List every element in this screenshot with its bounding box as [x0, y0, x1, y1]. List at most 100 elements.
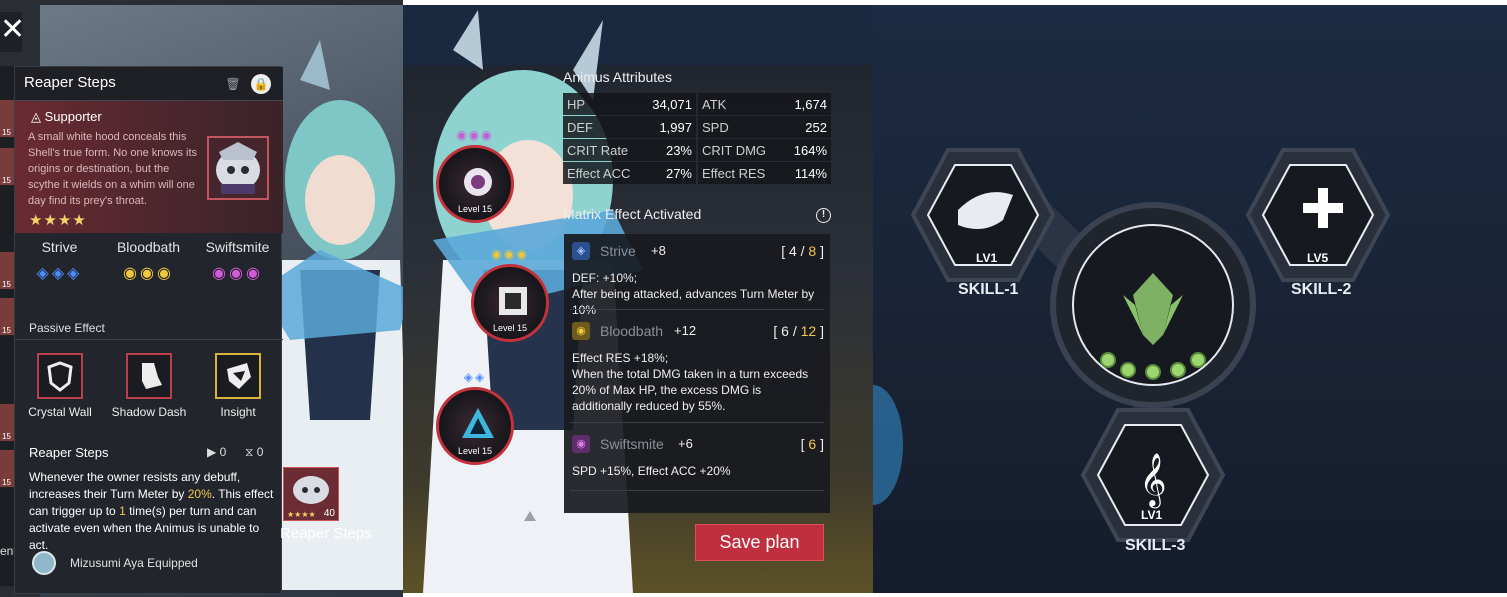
- info-icon[interactable]: !: [816, 208, 831, 223]
- avatar: [32, 551, 56, 575]
- reaper-skill-description: Whenever the owner resists any debuff, i…: [29, 470, 274, 552]
- role-label: Supporter: [44, 109, 102, 124]
- lock-icon[interactable]: 🔒: [251, 74, 271, 94]
- strive-icon: ◈◈: [463, 370, 487, 384]
- matrix-effect-bloodbath: ◉ Bloodbath +12 [ 6 / 12 ] Effect RES +1…: [572, 322, 824, 414]
- trash-icon[interactable]: 🗑: [223, 74, 243, 94]
- role-badge: ◬ Supporter: [31, 109, 102, 125]
- core-level: Level 15: [457, 204, 493, 214]
- effect-description: Effect RES +18%; When the total DMG take…: [572, 351, 809, 413]
- divider: [570, 422, 824, 423]
- effect-bonus: +12: [674, 323, 697, 338]
- attr-row: Effect ACC 27% Effect RES 114%: [563, 162, 833, 184]
- divider: [15, 339, 283, 340]
- effect-bloodbath[interactable]: Bloodbath ◉◉◉: [104, 239, 193, 283]
- skill-tree-panel: 𝄞 LV1 SKILL-1 LV5 SKILL-2 LV1 SKILL-3: [873, 5, 1507, 593]
- card-title: Reaper Steps: [24, 74, 116, 91]
- swiftsmite-icon: ◉◉◉: [212, 265, 263, 282]
- matrix-effect-swiftsmite: ◉ Swiftsmite +6 [ 6 ] SPD +15%, Effect A…: [572, 435, 824, 479]
- core-level: Level 15: [492, 323, 528, 333]
- animus-detail-panel: ✕ 15 15 15 15 15 15 ent Reaper Steps 🗑 🔒…: [0, 0, 403, 597]
- save-plan-button[interactable]: Save plan: [695, 524, 824, 561]
- animus-portrait: [207, 136, 269, 200]
- list-item[interactable]: 15: [0, 450, 14, 488]
- equipped-status: Mizusumi Aya Equipped: [70, 556, 198, 570]
- rarity-stars: ★★★★: [29, 212, 87, 229]
- skill-1-node[interactable]: [908, 145, 1058, 285]
- passive-skill-shadow-dash[interactable]: Shadow Dash: [104, 353, 194, 419]
- passive-skill-crystal-wall[interactable]: Crystal Wall: [15, 353, 105, 419]
- skill-name: Crystal Wall: [28, 405, 92, 419]
- attributes-grid: HP 34,071 ATK 1,674 DEF 1,997 SPD 252 CRIT R…: [563, 93, 833, 184]
- effect-name: Bloodbath: [600, 323, 664, 339]
- skill-name: Insight: [220, 405, 256, 419]
- strive-icon: ◈: [572, 242, 590, 260]
- bloodbath-icon: ◉◉◉: [123, 265, 174, 282]
- passive-skill-insight[interactable]: Insight: [193, 353, 283, 419]
- matrix-effect-strive: ◈ Strive +8 [ 4 / 8 ] DEF: +10%; After b…: [572, 242, 824, 318]
- list-item[interactable]: 15: [0, 298, 14, 336]
- rarity-stars: ★★★★: [287, 510, 316, 519]
- card-header: Reaper Steps 🗑 🔒: [15, 67, 283, 101]
- effect-description: DEF: +10%; After being attacked, advance…: [572, 271, 815, 317]
- effect-count: [ 6 ]: [800, 436, 824, 452]
- reaper-portrait-icon: [216, 142, 260, 194]
- attr-crit-dmg: CRIT DMG 164%: [698, 139, 831, 161]
- dash-boot-icon: [126, 353, 172, 399]
- matrix-effects-row: Strive ◈◈◈ Bloodbath ◉◉◉ Swiftsmite ◉◉◉: [15, 239, 283, 299]
- effect-bonus: +8: [651, 243, 666, 258]
- insight-icon: [215, 353, 261, 399]
- attr-row: CRIT Rate 23% CRIT DMG 164%: [563, 139, 833, 161]
- bloodbath-icon: ◉◉◉: [491, 247, 529, 261]
- attr-row: HP 34,071 ATK 1,674: [563, 93, 833, 115]
- description-box: ◬ Supporter A small white hood conceals …: [15, 101, 283, 233]
- attr-crit-rate: CRIT Rate 23%: [563, 139, 696, 161]
- attr-def: DEF 1,997: [563, 116, 696, 138]
- list-item[interactable]: 15: [0, 404, 14, 442]
- lore-text: A small white hood conceals this Shell's…: [28, 131, 198, 207]
- effect-name: Strive: [41, 239, 78, 255]
- effect-bonus: +6: [678, 436, 693, 451]
- list-item[interactable]: 15: [0, 252, 14, 290]
- attr-spd: SPD 252: [698, 116, 831, 138]
- swiftsmite-icon: ◉: [572, 435, 590, 453]
- reaper-portrait-icon: [293, 476, 329, 504]
- list-item[interactable]: 15: [0, 148, 14, 186]
- supporter-icon: ◬: [31, 109, 45, 124]
- attr-effect-res: Effect RES 114%: [698, 162, 831, 184]
- effect-swiftsmite[interactable]: Swiftsmite ◉◉◉: [193, 239, 282, 283]
- list-item[interactable]: 15: [0, 100, 14, 138]
- core-icon: [499, 287, 527, 315]
- passive-effect-label: Passive Effect: [29, 321, 105, 335]
- animus-level: 40: [323, 508, 335, 519]
- close-icon: ✕: [0, 13, 26, 46]
- attr-atk: ATK 1,674: [698, 93, 831, 115]
- animus-card: Reaper Steps 🗑 🔒 ◬ Supporter A small whi…: [14, 66, 283, 594]
- core-level: Level 15: [457, 446, 493, 456]
- cooldown-count: ⧖ 0: [245, 445, 264, 459]
- trigger-count: ▶ 0: [207, 445, 227, 459]
- divider: [570, 490, 824, 491]
- strive-icon: ◈◈◈: [36, 265, 83, 282]
- animus-attributes: Animus Attributes HP 34,071 ATK 1,674 DEF 1…: [563, 69, 833, 185]
- matrix-effects-list: ◈ Strive +8 [ 4 / 8 ] DEF: +10%; After b…: [564, 234, 830, 513]
- attributes-title: Animus Attributes: [563, 69, 672, 85]
- core-slot-2[interactable]: ◉◉◉ Level 15: [471, 247, 549, 342]
- skill-2-node[interactable]: [1243, 145, 1393, 285]
- animus-list-strip[interactable]: 15 15 15 15 15 15: [0, 66, 14, 586]
- core-slot-1[interactable]: ◉◉◉ Level 15: [436, 128, 514, 223]
- emblem-icon[interactable]: [1073, 225, 1233, 385]
- effect-name: Swiftsmite: [600, 436, 664, 452]
- core-slot-3[interactable]: ◈◈ Level 15: [436, 370, 514, 465]
- reaper-skill-title: Reaper Steps: [29, 445, 109, 460]
- skill-3-node[interactable]: [1078, 405, 1228, 545]
- equipped-animus-thumb[interactable]: ★★★★ 40: [283, 467, 339, 521]
- effect-name: Swiftsmite: [205, 239, 270, 255]
- divider: [570, 309, 824, 310]
- effect-strive[interactable]: Strive ◈◈◈: [15, 239, 104, 283]
- bloodbath-icon: ◉: [572, 322, 590, 340]
- scroll-arrow-icon[interactable]: [524, 511, 536, 521]
- equipped-animus-name: Reaper Steps: [280, 525, 372, 542]
- close-button[interactable]: ✕: [0, 12, 26, 52]
- swiftsmite-icon: ◉◉◉: [456, 128, 494, 142]
